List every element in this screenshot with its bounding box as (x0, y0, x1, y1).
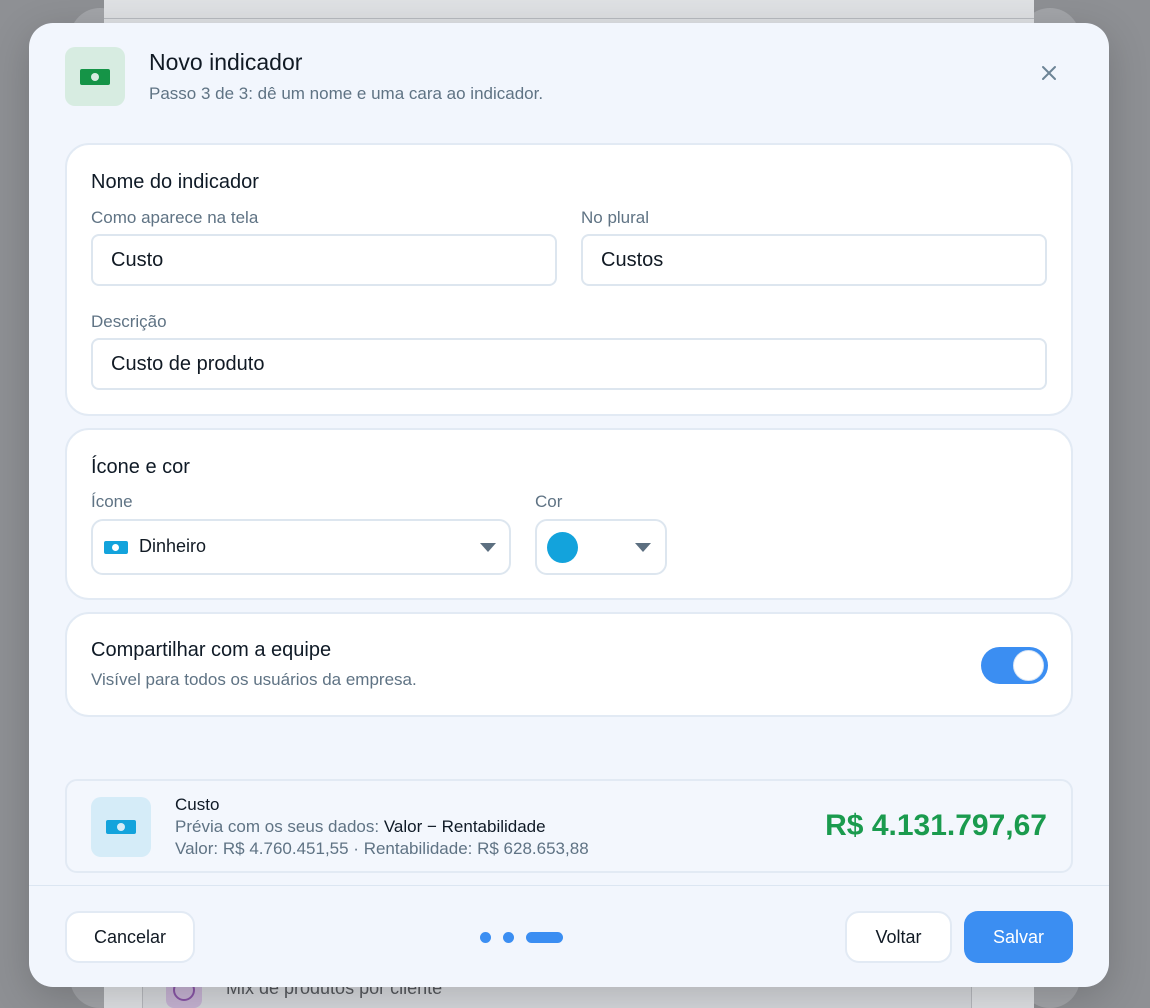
preview-values: Valor: R$ 4.760.451,55 · Rentabilidade: … (175, 839, 589, 858)
icon-color-section-title: Ícone e cor (91, 456, 190, 478)
share-section: Compartilhar com a equipe Visível para t… (65, 612, 1073, 717)
share-subtitle: Visível para todos os usuários da empres… (91, 670, 417, 689)
cancel-button[interactable]: Cancelar (65, 911, 195, 963)
icon-label: Ícone (91, 492, 133, 511)
description-input[interactable] (91, 338, 1047, 390)
icon-color-section: Ícone e cor Ícone Dinheiro Cor (65, 428, 1073, 600)
step-dot-1 (480, 932, 491, 943)
name-section: Nome do indicador Como aparece na tela N… (65, 143, 1073, 416)
save-button[interactable]: Salvar (964, 911, 1073, 963)
new-indicator-dialog: Novo indicador Passo 3 de 3: dê um nome … (29, 23, 1109, 987)
icon-select[interactable]: Dinheiro (91, 519, 511, 575)
chevron-down-icon (635, 543, 651, 552)
preview-formula-line: Prévia com os seus dados: Valor − Rentab… (175, 817, 546, 837)
money-icon (104, 541, 128, 554)
plural-name-input[interactable] (581, 234, 1047, 286)
back-button[interactable]: Voltar (845, 911, 952, 963)
dialog-header: Novo indicador Passo 3 de 3: dê um nome … (29, 23, 1109, 133)
preview-name: Custo (175, 795, 220, 814)
singular-name-label: Como aparece na tela (91, 208, 259, 227)
step-dot-2 (503, 932, 514, 943)
preview-total: R$ 4.131.797,67 (825, 809, 1047, 842)
step-dot-3-active (526, 932, 563, 943)
plural-name-label: No plural (581, 208, 650, 227)
icon-select-value: Dinheiro (139, 536, 207, 556)
dialog-title: Novo indicador (149, 49, 303, 75)
close-button[interactable] (1031, 55, 1067, 91)
share-toggle[interactable] (981, 647, 1048, 684)
description-label: Descrição (91, 312, 167, 331)
preview-card: Custo Prévia com os seus dados: Valor − … (65, 779, 1073, 873)
color-label: Cor (535, 492, 563, 511)
color-swatch (547, 532, 578, 563)
singular-name-input[interactable] (91, 234, 557, 286)
money-icon (65, 47, 125, 106)
preview-formula: Valor − Rentabilidade (383, 817, 546, 836)
name-section-title: Nome do indicador (91, 171, 259, 193)
footer-divider (29, 885, 1109, 886)
chevron-down-icon (480, 543, 496, 552)
close-icon (1042, 66, 1056, 80)
color-select[interactable] (535, 519, 667, 575)
share-title: Compartilhar com a equipe (91, 639, 332, 661)
preview-prefix: Prévia com os seus dados: (175, 817, 384, 836)
money-icon (91, 797, 151, 857)
dialog-subtitle: Passo 3 de 3: dê um nome e uma cara ao i… (149, 84, 544, 103)
